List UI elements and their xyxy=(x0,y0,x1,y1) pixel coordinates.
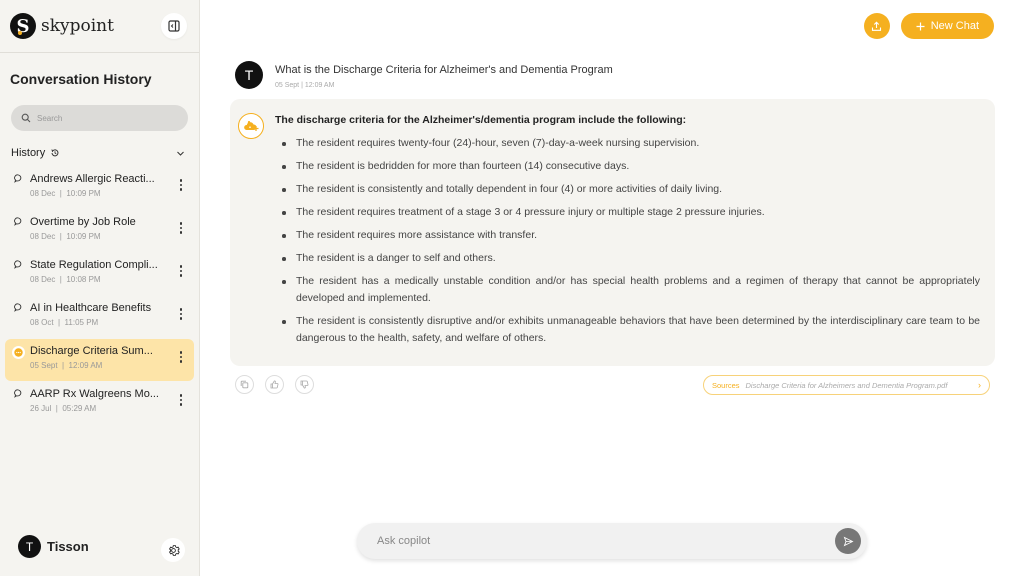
history-item[interactable]: AARP Rx Walgreens Mo... 26 Jul | 05:29 A… xyxy=(5,382,194,424)
send-button[interactable] xyxy=(835,528,861,554)
question-text: What is the Discharge Criteria for Alzhe… xyxy=(275,64,613,76)
more-options-icon[interactable] xyxy=(179,394,182,406)
answer-bullet: The resident requires treatment of a sta… xyxy=(275,204,980,221)
chevron-right-icon: › xyxy=(978,380,981,390)
assistant-icon xyxy=(238,113,264,139)
chat-bubble-icon xyxy=(13,389,21,398)
copy-icon xyxy=(240,380,249,389)
history-item-title: AI in Healthcare Benefits xyxy=(30,302,152,314)
chat-composer xyxy=(357,523,867,559)
thumbs-up-button[interactable] xyxy=(265,375,284,394)
ask-copilot-input[interactable] xyxy=(377,535,835,547)
thumbs-down-button[interactable] xyxy=(295,375,314,394)
app: S skypoint Conversation History Search H… xyxy=(0,0,1024,576)
chat-main: New Chat T What is the Discharge Criteri… xyxy=(200,0,1024,576)
answer-bullet: The resident is a danger to self and oth… xyxy=(275,250,980,267)
brand-header: S skypoint xyxy=(0,0,199,53)
user-profile[interactable]: T Tisson xyxy=(18,535,89,558)
search-placeholder: Search xyxy=(37,113,63,123)
sidebar-toggle-icon xyxy=(168,20,180,32)
answer-heading: The discharge criteria for the Alzheimer… xyxy=(275,114,687,126)
user-question: T What is the Discharge Criteria for Alz… xyxy=(235,61,613,89)
answer-bullet: The resident requires more assistance wi… xyxy=(275,227,980,244)
sources-link[interactable]: Sources Discharge Criteria for Alzheimer… xyxy=(703,375,990,395)
history-item-title: AARP Rx Walgreens Mo... xyxy=(30,388,159,400)
history-item-title: Andrews Allergic Reacti... xyxy=(30,173,155,185)
history-item-meta: 08 Dec | 10:09 PM xyxy=(30,232,101,241)
chat-bubble-icon xyxy=(13,174,21,183)
chat-bubble-icon xyxy=(13,260,21,269)
more-options-icon[interactable] xyxy=(179,222,182,234)
upload-icon xyxy=(872,21,882,31)
more-options-icon[interactable] xyxy=(179,351,182,363)
plus-icon xyxy=(916,22,925,30)
more-options-icon[interactable] xyxy=(179,265,182,277)
history-item[interactable]: Andrews Allergic Reacti... 08 Dec | 10:0… xyxy=(5,167,194,209)
top-actions: New Chat xyxy=(863,13,994,39)
chat-bubble-icon xyxy=(13,217,21,226)
feedback-actions xyxy=(235,375,314,394)
history-item-title: State Regulation Compli... xyxy=(30,259,158,271)
thumbs-up-icon xyxy=(270,380,279,389)
sources-label: Sources xyxy=(712,380,740,390)
user-avatar: T xyxy=(18,535,41,558)
brand-name: skypoint xyxy=(41,16,114,36)
more-options-icon[interactable] xyxy=(179,308,182,320)
history-item-meta: 08 Dec | 10:08 PM xyxy=(30,275,101,284)
user-name: Tisson xyxy=(47,539,89,554)
sidebar: S skypoint Conversation History Search H… xyxy=(0,0,200,576)
history-item-meta: 08 Dec | 10:09 PM xyxy=(30,189,101,198)
history-item[interactable]: AI in Healthcare Benefits 08 Oct | 11:05… xyxy=(5,296,194,338)
question-timestamp: 05 Sept | 12:09 AM xyxy=(275,82,335,89)
gear-icon xyxy=(168,544,180,556)
search-icon xyxy=(21,113,31,123)
history-item-meta: 08 Oct | 11:05 PM xyxy=(30,318,99,327)
active-chat-icon xyxy=(11,346,25,359)
history-list: Andrews Allergic Reacti... 08 Dec | 10:0… xyxy=(0,167,199,424)
history-section-header[interactable]: History xyxy=(0,147,199,159)
send-icon xyxy=(843,536,854,546)
assistant-answer: The discharge criteria for the Alzheimer… xyxy=(230,99,995,366)
history-item[interactable]: Overtime by Job Role 08 Dec | 10:09 PM xyxy=(5,210,194,252)
cloud-sparkle-icon xyxy=(244,121,259,131)
question-avatar: T xyxy=(235,61,263,89)
history-item-meta: 05 Sept | 12:09 AM xyxy=(30,361,103,370)
collapse-sidebar-button[interactable] xyxy=(161,13,187,39)
answer-bullets: The resident requires twenty-four (24)-h… xyxy=(275,135,980,353)
search-input[interactable]: Search xyxy=(11,105,188,131)
history-item-active[interactable]: Discharge Criteria Sum... 05 Sept | 12:0… xyxy=(5,339,194,381)
skypoint-logo: S xyxy=(10,13,36,39)
chevron-down-icon[interactable] xyxy=(176,149,185,158)
more-options-icon[interactable] xyxy=(179,179,182,191)
history-item-title: Overtime by Job Role xyxy=(30,216,136,228)
share-button[interactable] xyxy=(863,13,890,39)
answer-bullet: The resident is consistently and totally… xyxy=(275,181,980,198)
thumbs-down-icon xyxy=(300,380,309,389)
history-icon xyxy=(51,149,59,157)
history-item-meta: 26 Jul | 05:29 AM xyxy=(30,404,97,413)
answer-bullet: The resident is consistently disruptive … xyxy=(275,313,980,347)
history-item-title: Discharge Criteria Sum... xyxy=(30,345,153,357)
answer-bullet: The resident has a medically unstable co… xyxy=(275,273,980,307)
history-item[interactable]: State Regulation Compli... 08 Dec | 10:0… xyxy=(5,253,194,295)
copy-button[interactable] xyxy=(235,375,254,394)
settings-button[interactable] xyxy=(161,538,185,562)
chat-bubble-icon xyxy=(13,303,21,312)
new-chat-button[interactable]: New Chat xyxy=(900,13,994,39)
history-label: History xyxy=(11,147,46,159)
source-file-name: Discharge Criteria for Alzheimers and De… xyxy=(745,380,948,390)
answer-bullet: The resident is bedridden for more than … xyxy=(275,158,980,175)
new-chat-label: New Chat xyxy=(930,20,979,32)
answer-bullet: The resident requires twenty-four (24)-h… xyxy=(275,135,980,152)
conversation-history-title: Conversation History xyxy=(10,71,152,87)
